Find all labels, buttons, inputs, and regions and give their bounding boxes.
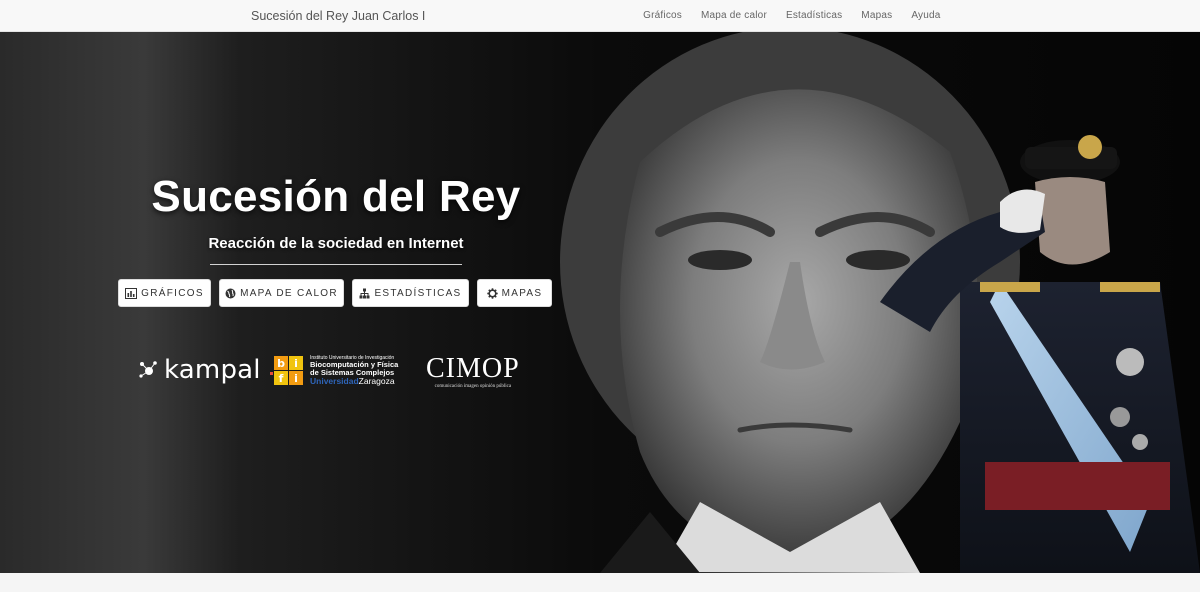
mapas-button[interactable]: MAPAS — [477, 279, 552, 307]
bifi-university-line: UniversidadZaragoza — [310, 377, 398, 386]
hero-divider — [210, 264, 462, 265]
cimop-logo[interactable]: CIMOP comunicación imagen opinión públic… — [426, 353, 520, 390]
cimop-tagline: comunicación imagen opinión pública — [434, 384, 512, 389]
bifi-logo[interactable]: b i f i Instituto Universitario de Inves… — [270, 354, 398, 388]
svg-text:b: b — [277, 357, 285, 370]
hero-subtitle: Reacción de la sociedad en Internet — [208, 235, 464, 252]
bifi-zaragoza-word: Zaragoza — [358, 376, 395, 387]
nav-link-estadisticas[interactable]: Estadísticas — [776, 0, 851, 32]
estadisticas-button-label: ESTADÍSTICAS — [374, 287, 462, 299]
estadisticas-button[interactable]: ESTADÍSTICAS — [352, 279, 469, 307]
bifi-mark-icon: b i f i — [270, 356, 303, 385]
bifi-university-word: Universidad — [310, 376, 359, 387]
globe-icon — [225, 288, 236, 299]
graficos-button[interactable]: GRÁFICOS — [118, 279, 211, 307]
svg-text:f: f — [279, 372, 284, 385]
bifi-text-block: Instituto Universitario de Investigación… — [310, 355, 398, 386]
kampal-wordmark: kampal — [164, 355, 261, 385]
svg-text:i: i — [294, 372, 298, 385]
sitemap-icon — [359, 288, 370, 299]
kampal-logo[interactable]: kampal — [138, 355, 261, 385]
top-navbar: Sucesión del Rey Juan Carlos I Gráficos … — [0, 0, 1200, 32]
kampal-mark-icon — [139, 361, 157, 378]
cimop-wordmark: CIMOP — [426, 353, 520, 384]
graficos-button-label: GRÁFICOS — [141, 287, 204, 299]
nav-link-ayuda[interactable]: Ayuda — [902, 0, 950, 32]
svg-text:i: i — [294, 357, 298, 370]
nav-links: Gráficos Mapa de calor Estadísticas Mapa… — [634, 0, 950, 32]
nav-link-mapas[interactable]: Mapas — [852, 0, 902, 32]
hero-title: Sucesión del Rey — [151, 172, 521, 221]
mapas-button-label: MAPAS — [501, 287, 543, 299]
hero-section: Sucesión del Rey Reacción de la sociedad… — [0, 32, 1200, 573]
bar-chart-icon — [125, 287, 138, 299]
nav-link-graficos[interactable]: Gráficos — [634, 0, 692, 32]
footer-strip — [0, 573, 1200, 592]
hero-button-row: GRÁFICOS MAPA DE CALOR ESTADÍSTICAS MAPA… — [118, 279, 552, 307]
mapa-de-calor-button[interactable]: MAPA DE CALOR — [219, 279, 344, 307]
gear-icon — [486, 287, 498, 299]
brand-link[interactable]: Sucesión del Rey Juan Carlos I — [251, 0, 425, 32]
mapa-de-calor-button-label: MAPA DE CALOR — [240, 287, 338, 299]
nav-link-mapa-de-calor[interactable]: Mapa de calor — [692, 0, 777, 32]
